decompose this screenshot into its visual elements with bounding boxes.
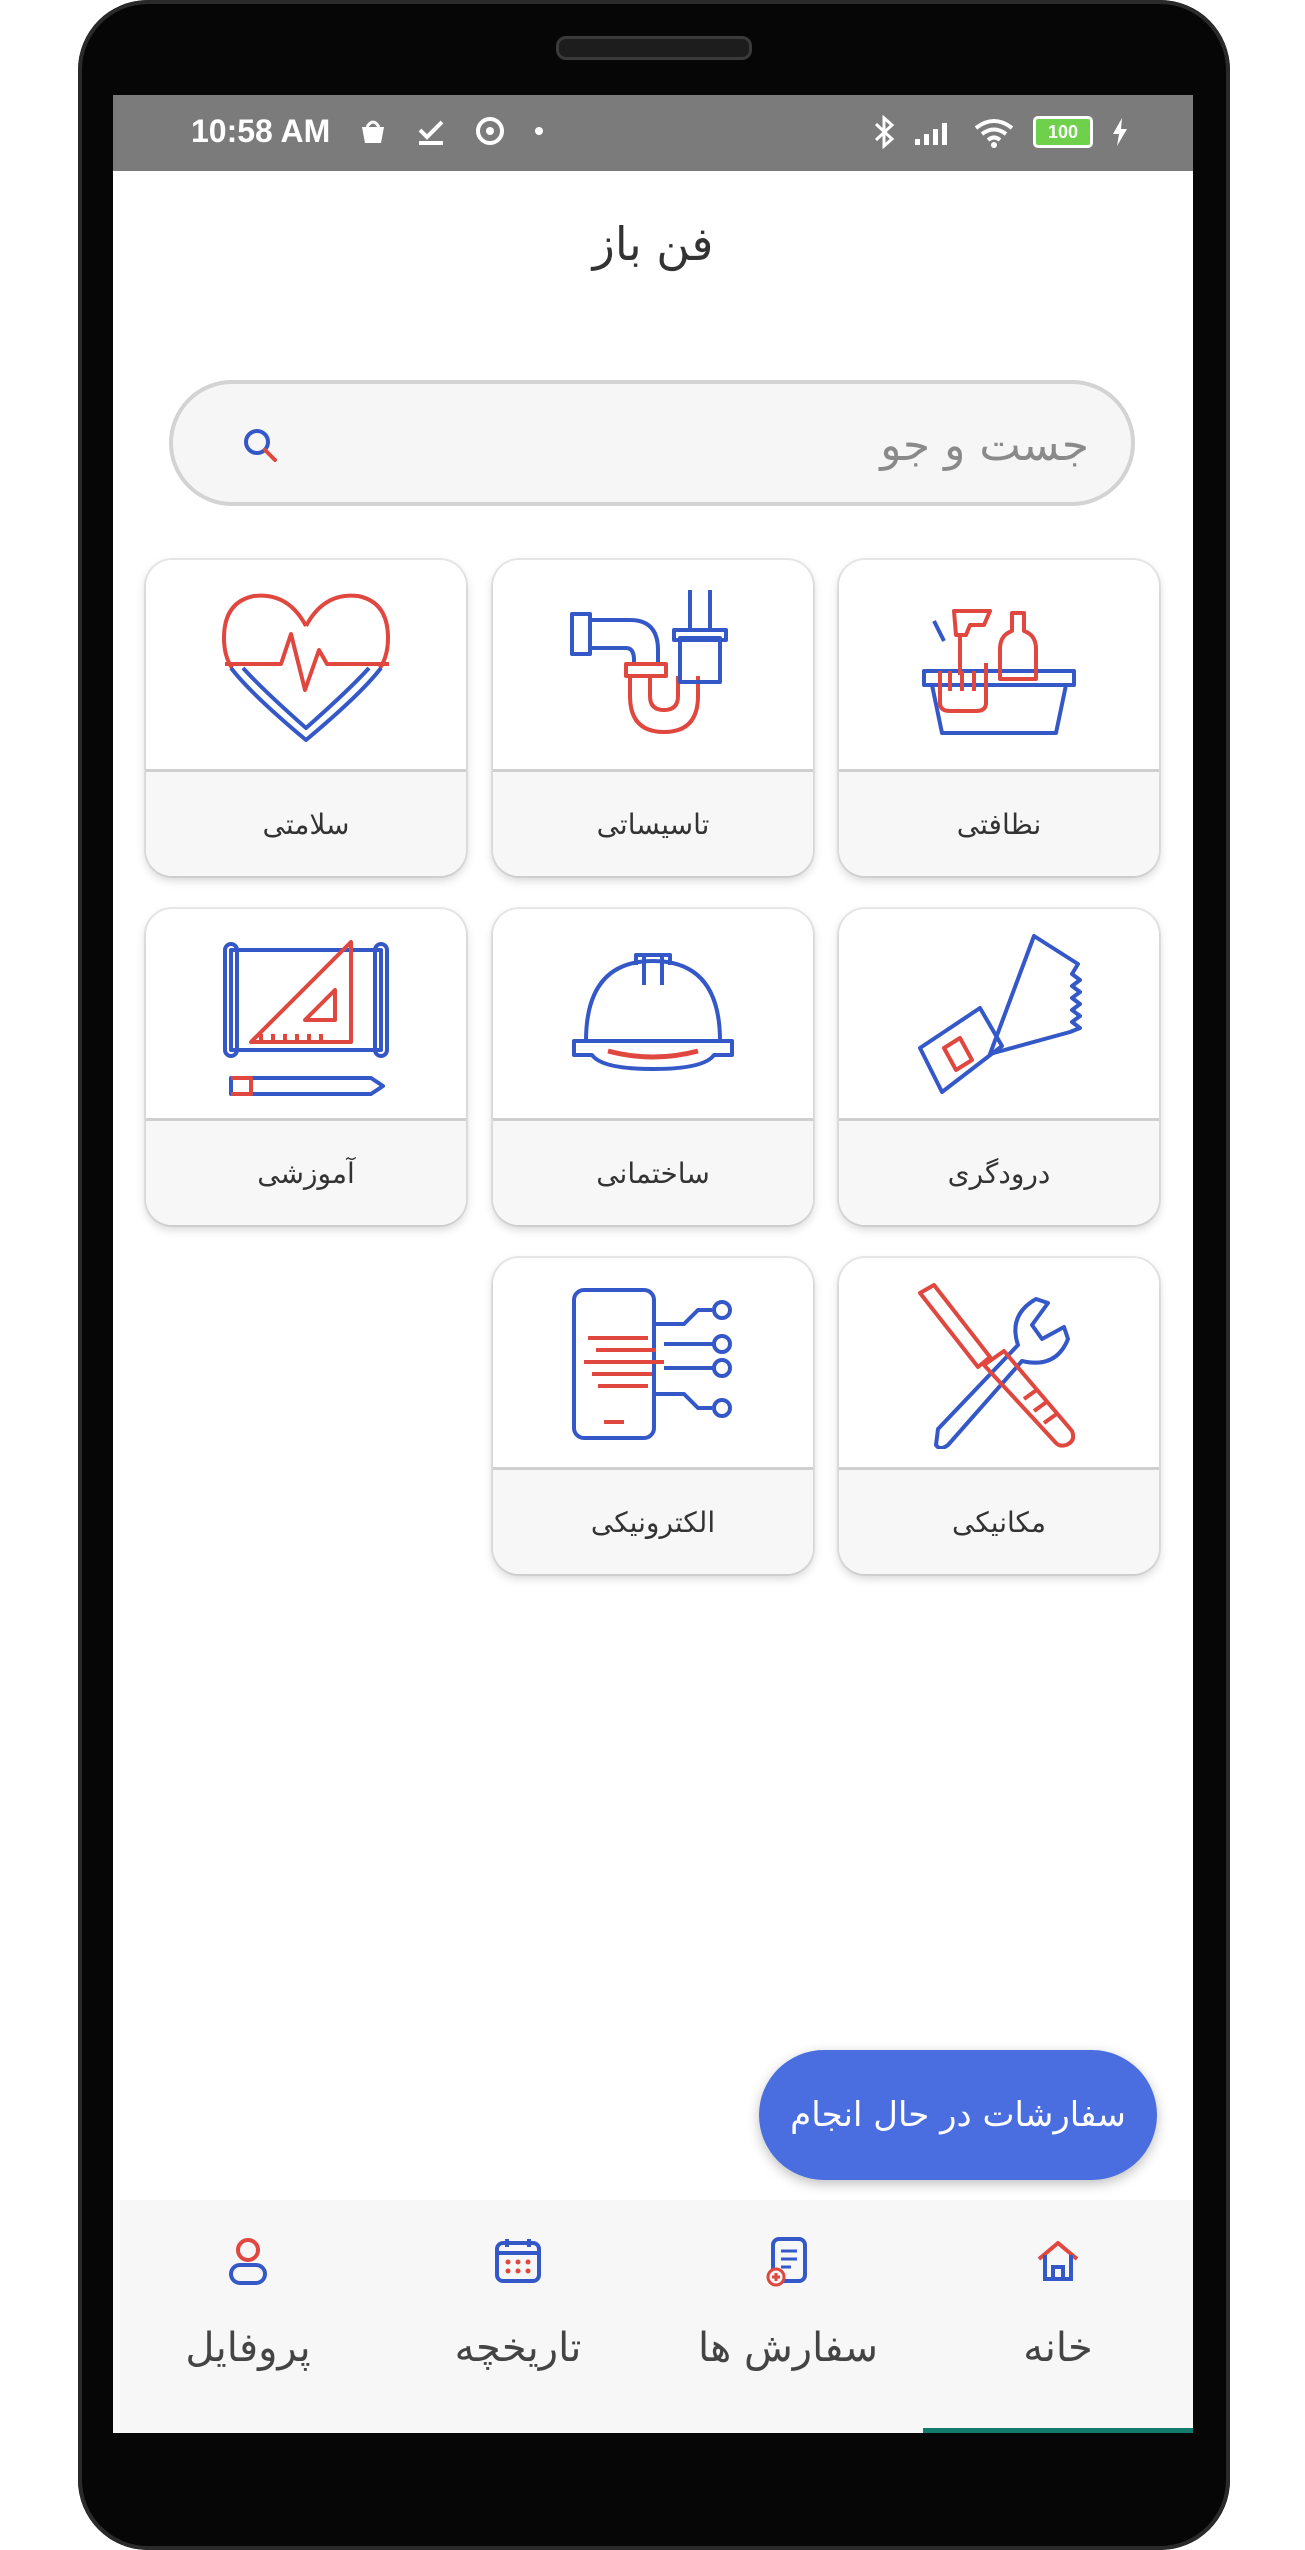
search-input[interactable] xyxy=(387,406,1091,484)
orders-icon xyxy=(766,2237,807,2287)
plumbing-icon xyxy=(570,590,728,734)
category-label: الکترونیکی xyxy=(493,1467,813,1574)
app-screen: 10:58 AM 100 فن باز جست و جو نظافتی تاسی… xyxy=(113,95,1193,2433)
phone-speaker xyxy=(556,36,752,60)
category-label: سلامتی xyxy=(146,769,466,876)
calendar-icon xyxy=(495,2239,541,2283)
tools-icon xyxy=(918,1283,1076,1449)
status-bar: 10:58 AM 100 xyxy=(113,95,1193,171)
education-icon xyxy=(223,940,389,1096)
charging-icon xyxy=(1113,118,1127,146)
signal-icon xyxy=(915,123,947,145)
battery-icon: 100 xyxy=(1033,116,1093,148)
category-card-mechanical[interactable]: مکانیکی xyxy=(839,1258,1159,1574)
category-label: درودگری xyxy=(839,1118,1159,1225)
ongoing-orders-button[interactable]: سفارشات در حال انجام xyxy=(759,2050,1157,2180)
bluetooth-icon xyxy=(874,115,895,149)
category-card-cleaning[interactable]: نظافتی xyxy=(839,560,1159,876)
category-card-construction[interactable]: ساختمانی xyxy=(493,909,813,1225)
category-card-electronics[interactable]: الکترونیکی xyxy=(493,1258,813,1574)
category-label: نظافتی xyxy=(839,769,1159,876)
nav-item-orders[interactable]: سفارش ها xyxy=(653,2200,923,2433)
category-label: ساختمانی xyxy=(493,1118,813,1225)
health-icon xyxy=(222,593,390,742)
bottom-navigation: خانه سفارش ها تاریخچه پروفایل xyxy=(113,2200,1193,2433)
page-title: فن باز xyxy=(592,217,714,271)
nav-label: پروفایل xyxy=(185,2325,311,2371)
cleaning-icon xyxy=(922,609,1076,735)
profile-icon xyxy=(229,2238,267,2285)
active-tab-indicator xyxy=(923,2428,1193,2433)
category-card-health[interactable]: سلامتی xyxy=(146,560,466,876)
bag-icon xyxy=(362,120,384,143)
nav-label: تاریخچه xyxy=(454,2325,582,2371)
category-label: تاسیساتی xyxy=(493,769,813,876)
download-done-icon xyxy=(418,120,444,145)
saw-icon xyxy=(918,934,1082,1094)
category-card-carpentry[interactable]: درودگری xyxy=(839,909,1159,1225)
category-card-education[interactable]: آموزشی xyxy=(146,909,466,1225)
search-bar[interactable] xyxy=(169,380,1135,506)
category-card-plumbing[interactable]: تاسیساتی xyxy=(493,560,813,876)
sync-icon xyxy=(476,117,504,145)
nav-item-history[interactable]: تاریخچه xyxy=(383,2200,653,2433)
status-time: 10:58 AM xyxy=(191,113,331,149)
nav-label: سفارش ها xyxy=(697,2325,879,2371)
home-icon xyxy=(1037,2241,1079,2281)
category-label: آموزشی xyxy=(146,1118,466,1225)
category-label: مکانیکی xyxy=(839,1467,1159,1574)
electronics-icon xyxy=(572,1288,732,1440)
dot-icon xyxy=(535,127,543,135)
nav-label: خانه xyxy=(1023,2325,1093,2371)
status-left-icons xyxy=(358,115,544,147)
hardhat-icon xyxy=(572,953,734,1071)
wifi-icon xyxy=(974,119,1014,148)
status-right-icons: 100 xyxy=(873,115,1129,149)
search-icon[interactable] xyxy=(241,426,281,466)
nav-item-profile[interactable]: پروفایل xyxy=(113,2200,383,2433)
nav-item-home[interactable]: خانه xyxy=(923,2200,1193,2433)
